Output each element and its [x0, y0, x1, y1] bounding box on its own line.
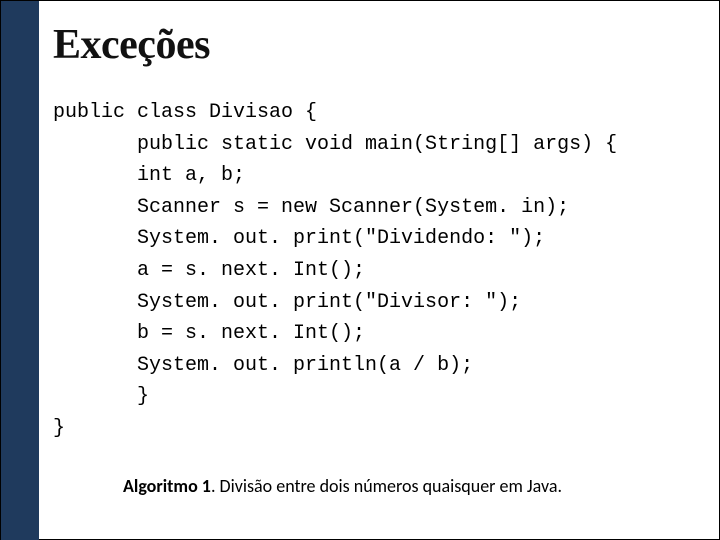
code-line: a = s. next. Int();: [53, 259, 365, 282]
caption-text: . Divisão entre dois números quaisquer e…: [211, 475, 562, 497]
code-line: int a, b;: [53, 164, 245, 187]
slide-page: Exceções public class Divisao { public s…: [0, 0, 720, 540]
slide-title: Exceções: [53, 21, 697, 69]
left-accent-bar: [1, 1, 39, 540]
code-line: public static void main(String[] args) {: [53, 133, 617, 156]
code-line: }: [53, 385, 149, 408]
code-block: public class Divisao { public static voi…: [53, 97, 697, 445]
code-line: Scanner s = new Scanner(System. in);: [53, 196, 569, 219]
slide-content: Exceções public class Divisao { public s…: [39, 1, 719, 539]
caption: Algoritmo 1. Divisão entre dois números …: [123, 475, 697, 497]
code-line: public class Divisao {: [53, 101, 317, 124]
code-line: System. out. print("Dividendo: ");: [53, 227, 545, 250]
code-line: System. out. print("Divisor: ");: [53, 291, 521, 314]
code-line: b = s. next. Int();: [53, 322, 365, 345]
code-line: System. out. println(a / b);: [53, 354, 473, 377]
caption-label: Algoritmo 1: [123, 475, 211, 497]
code-line: }: [53, 417, 65, 440]
